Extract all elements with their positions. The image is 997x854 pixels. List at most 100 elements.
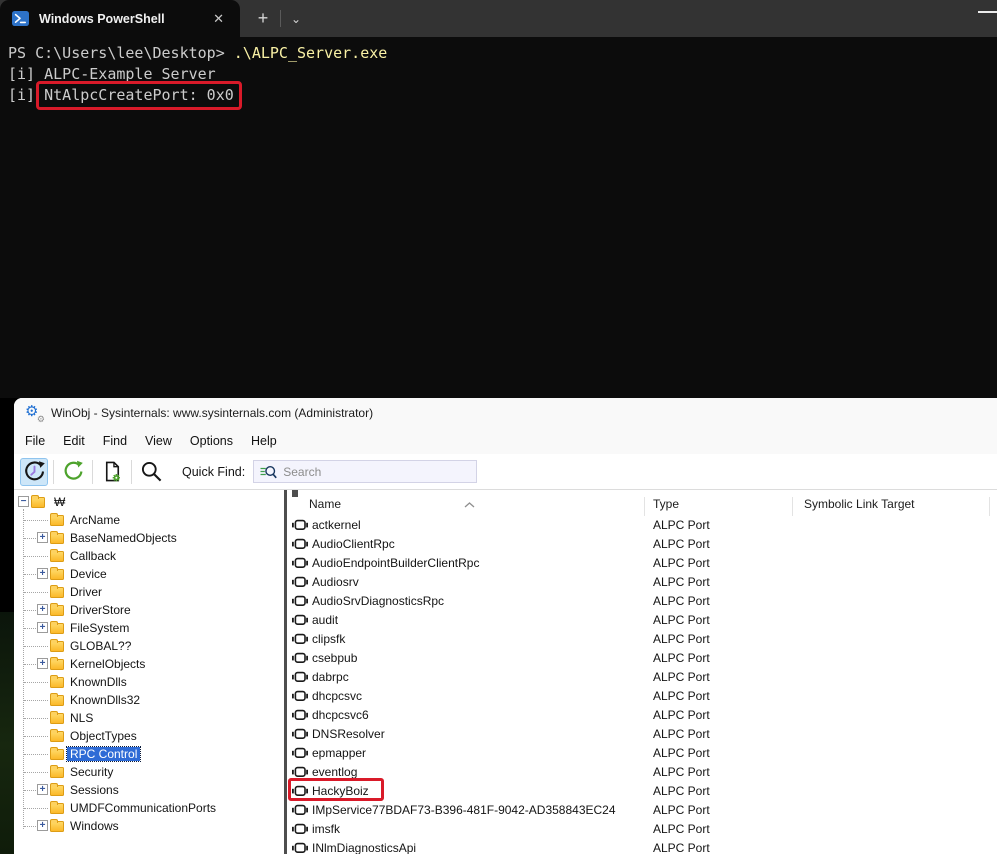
powershell-tab[interactable]: Windows PowerShell ✕: [0, 0, 240, 37]
tree-item-driver[interactable]: Driver: [14, 583, 284, 601]
object-name: AudioSrvDiagnosticsRpc: [312, 594, 444, 608]
tree-item-label: ArcName: [67, 513, 123, 527]
tree-item-filesystem[interactable]: +FileSystem: [14, 619, 284, 637]
tab-close-icon[interactable]: ✕: [209, 10, 228, 27]
tree-item-security[interactable]: Security: [14, 763, 284, 781]
plus-expander-icon[interactable]: +: [37, 604, 48, 615]
plus-expander-icon[interactable]: +: [37, 622, 48, 633]
column-header-name[interactable]: Name: [309, 497, 341, 511]
column-header-type[interactable]: Type: [653, 497, 679, 511]
tree-item-knowndlls32[interactable]: KnownDlls32: [14, 691, 284, 709]
toolbar-separator: [92, 460, 93, 484]
plus-expander-icon[interactable]: +: [37, 658, 48, 669]
tree-item--[interactable]: −₩: [14, 493, 284, 511]
tree-item-nls[interactable]: NLS: [14, 709, 284, 727]
object-name: audit: [312, 613, 338, 627]
winobj-content: −₩ArcName+BaseNamedObjectsCallback+Devic…: [14, 490, 997, 854]
list-row-dhcpcsvc6[interactable]: dhcpcsvc6ALPC Port: [287, 705, 997, 724]
tree-item-kernelobjects[interactable]: + KernelObjects: [14, 655, 284, 673]
winobj-titlebar[interactable]: ⚙⚙ WinObj - Sysinternals: www.sysinterna…: [14, 398, 997, 428]
object-type: ALPC Port: [653, 765, 710, 779]
tree-item-arcname[interactable]: ArcName: [14, 511, 284, 529]
column-separator[interactable]: [792, 497, 793, 516]
refresh-history-button[interactable]: [20, 458, 48, 486]
tree-item-driverstore[interactable]: +DriverStore: [14, 601, 284, 619]
magnifier-icon: [140, 460, 163, 483]
menu-edit[interactable]: Edit: [54, 430, 94, 452]
menu-options[interactable]: Options: [181, 430, 242, 452]
window-title: WinObj - Sysinternals: www.sysinternals.…: [51, 406, 373, 420]
minimize-button[interactable]: [978, 11, 997, 13]
list-row-audit[interactable]: auditALPC Port: [287, 610, 997, 629]
tree-item-label: KnownDlls: [67, 675, 130, 689]
tree-item-label: ₩: [51, 495, 68, 509]
folder-icon: [50, 803, 64, 814]
list-row-inlmdiagnosticsapi[interactable]: INlmDiagnosticsApiALPC Port: [287, 838, 997, 854]
list-row-impservice77bdaf73-b396-481f-9042-ad358843ec24[interactable]: IMpService77BDAF73-B396-481F-9042-AD3588…: [287, 800, 997, 819]
menu-file[interactable]: File: [16, 430, 54, 452]
list-row-audioclientrpc[interactable]: AudioClientRpcALPC Port: [287, 534, 997, 553]
tree-item-basenamedobjects[interactable]: +BaseNamedObjects: [14, 529, 284, 547]
terminal-window: Windows PowerShell ✕ + ⌄ PS C:\Users\lee…: [0, 0, 997, 398]
list-row-eventlog[interactable]: eventlogALPC Port: [287, 762, 997, 781]
tree-item-umdfcommunicationports[interactable]: UMDFCommunicationPorts: [14, 799, 284, 817]
object-name: dabrpc: [312, 670, 349, 684]
history-icon: [23, 460, 46, 483]
menu-help[interactable]: Help: [242, 430, 286, 452]
find-button[interactable]: [137, 458, 165, 486]
list-row-dabrpc[interactable]: dabrpcALPC Port: [287, 667, 997, 686]
tree-item-label: ObjectTypes: [67, 729, 140, 743]
object-type: ALPC Port: [653, 689, 710, 703]
tree-item-rpc-control[interactable]: RPC Control: [14, 745, 284, 763]
tree-item-knowndlls[interactable]: KnownDlls: [14, 673, 284, 691]
list-row-actkernel[interactable]: actkernelALPC Port: [287, 515, 997, 534]
list-row-csebpub[interactable]: csebpubALPC Port: [287, 648, 997, 667]
tree-item-label: KernelObjects: [67, 657, 148, 671]
tree-item-global-[interactable]: GLOBAL??: [14, 637, 284, 655]
folder-icon: [50, 641, 64, 652]
menu-view[interactable]: View: [136, 430, 181, 452]
object-name: clipsfk: [312, 632, 345, 646]
column-separator[interactable]: [644, 497, 645, 516]
object-properties-button[interactable]: [98, 458, 126, 486]
tree-item-objecttypes[interactable]: ObjectTypes: [14, 727, 284, 745]
folder-icon: [50, 713, 64, 724]
list-row-audioendpointbuilderclientrpc[interactable]: AudioEndpointBuilderClientRpcALPC Port: [287, 553, 997, 572]
new-tab-button[interactable]: +: [251, 7, 275, 31]
tree-item-windows[interactable]: +Windows: [14, 817, 284, 835]
plus-expander-icon[interactable]: +: [37, 532, 48, 543]
tree-item-callback[interactable]: Callback: [14, 547, 284, 565]
list-row-audiosrvdiagnosticsrpc[interactable]: AudioSrvDiagnosticsRpcALPC Port: [287, 591, 997, 610]
tree-item-label: Driver: [67, 585, 105, 599]
tree-item-sessions[interactable]: +Sessions: [14, 781, 284, 799]
folder-icon: [31, 497, 45, 508]
folder-icon: [50, 587, 64, 598]
tree-item-device[interactable]: +Device: [14, 565, 284, 583]
refresh-button[interactable]: [59, 458, 87, 486]
folder-icon: [50, 551, 64, 562]
list-row-imsfk[interactable]: imsfkALPC Port: [287, 819, 997, 838]
search-input[interactable]: [283, 465, 470, 479]
minus-expander-icon[interactable]: −: [18, 496, 29, 507]
plus-expander-icon[interactable]: +: [37, 820, 48, 831]
list-header: Name Type Symbolic Link Target: [287, 490, 997, 515]
list-row-dhcpcsvc[interactable]: dhcpcsvc ALPC Port: [287, 686, 997, 705]
list-row-clipsfk[interactable]: clipsfkALPC Port: [287, 629, 997, 648]
object-list-panel: Name Type Symbolic Link Target actkernel…: [287, 490, 997, 854]
alpc-port-icon: [292, 595, 308, 610]
list-row-dnsresolver[interactable]: DNSResolverALPC Port: [287, 724, 997, 743]
tab-dropdown-icon[interactable]: ⌄: [285, 7, 307, 31]
list-row-epmapper[interactable]: epmapperALPC Port: [287, 743, 997, 762]
list-row-hackyboiz[interactable]: HackyBoizALPC Port: [287, 781, 997, 800]
column-separator[interactable]: [989, 497, 990, 516]
column-grip[interactable]: [292, 490, 298, 497]
plus-expander-icon[interactable]: +: [37, 568, 48, 579]
refresh-icon: [62, 460, 85, 483]
menu-find[interactable]: Find: [94, 430, 136, 452]
plus-expander-icon[interactable]: +: [37, 784, 48, 795]
list-row-audiosrv[interactable]: AudiosrvALPC Port: [287, 572, 997, 591]
column-header-target[interactable]: Symbolic Link Target: [804, 497, 915, 511]
folder-icon: [50, 623, 64, 634]
object-name: dhcpcsvc: [312, 689, 362, 703]
toolbar-separator: [53, 460, 54, 484]
